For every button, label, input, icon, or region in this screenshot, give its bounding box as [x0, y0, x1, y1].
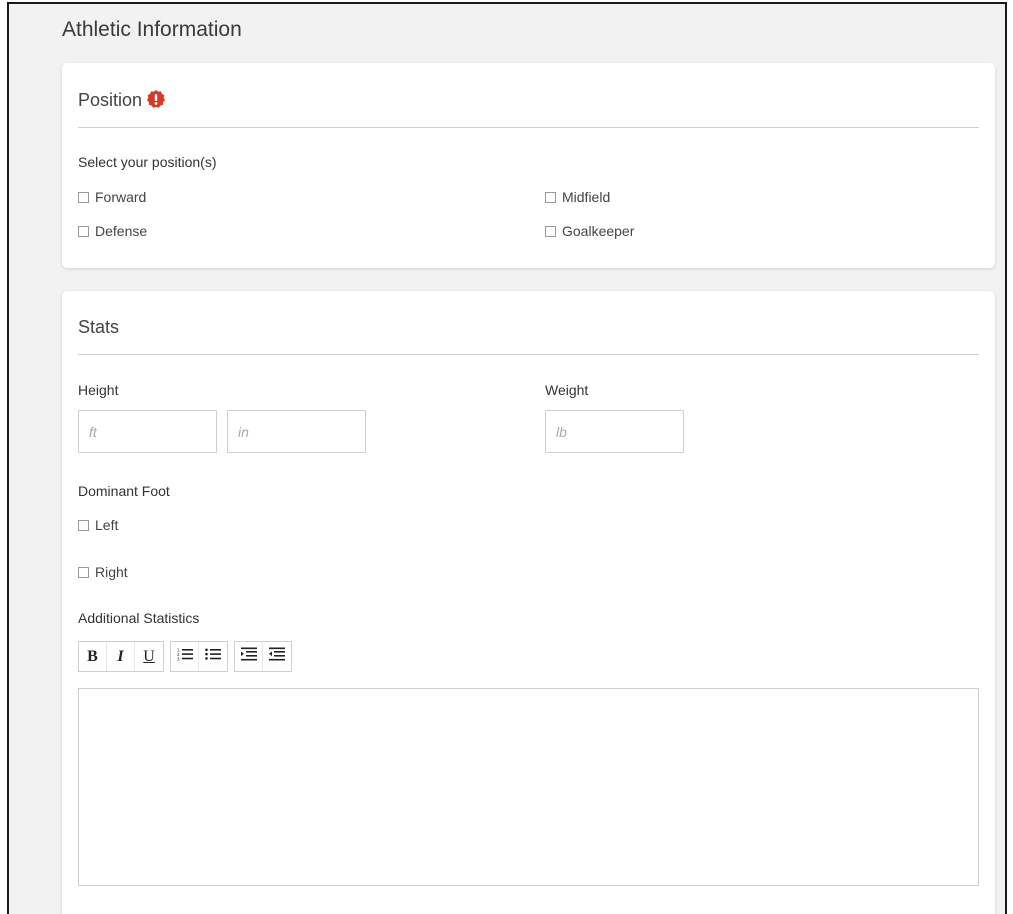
position-forward-checkbox[interactable]: Forward — [78, 189, 146, 205]
position-heading-label: Position — [78, 90, 143, 110]
position-card: Position Select your position(s) Forward… — [62, 63, 995, 268]
checkbox-box[interactable] — [545, 225, 556, 237]
additional-statistics-editor[interactable] — [78, 688, 979, 886]
section-title: Athletic Information — [62, 18, 242, 41]
weight-label: Weight — [545, 382, 589, 398]
position-defense-label: Defense — [95, 223, 148, 239]
checkbox-box[interactable] — [78, 191, 89, 203]
position-midfield-checkbox[interactable]: Midfield — [545, 189, 610, 205]
foot-right-label: Right — [95, 564, 128, 580]
position-forward-label: Forward — [95, 189, 147, 205]
stats-heading: Stats — [78, 317, 120, 337]
indent-icon — [240, 647, 257, 666]
position-midfield-label: Midfield — [562, 189, 611, 205]
position-prompt: Select your position(s) — [78, 154, 217, 170]
foot-right-checkbox[interactable]: Right — [78, 564, 128, 580]
additional-statistics-label: Additional Statistics — [78, 610, 200, 626]
position-divider — [78, 127, 979, 128]
format-group: B I U — [78, 641, 164, 672]
position-goalkeeper-label: Goalkeeper — [562, 223, 635, 239]
stats-divider — [78, 354, 979, 355]
italic-button[interactable]: I — [107, 642, 135, 671]
checkbox-box[interactable] — [78, 225, 89, 237]
bullet-list-button[interactable] — [199, 642, 227, 671]
ordered-list-icon: 1 2 3 — [177, 647, 193, 666]
ordered-list-button[interactable]: 1 2 3 — [171, 642, 199, 671]
rich-text-toolbar: B I U 1 2 3 — [78, 641, 298, 672]
indent-group — [234, 641, 292, 672]
list-group: 1 2 3 — [170, 641, 228, 672]
height-feet-input[interactable] — [78, 410, 217, 453]
foot-left-checkbox[interactable]: Left — [78, 517, 118, 533]
outdent-button[interactable] — [263, 642, 291, 671]
exclamation-badge-icon — [146, 89, 166, 114]
height-label: Height — [78, 382, 119, 398]
foot-left-label: Left — [95, 517, 119, 533]
outdent-icon — [269, 647, 285, 666]
position-goalkeeper-checkbox[interactable]: Goalkeeper — [545, 223, 634, 239]
indent-button[interactable] — [235, 642, 263, 671]
underline-button[interactable]: U — [135, 642, 163, 671]
position-defense-checkbox[interactable]: Defense — [78, 223, 147, 239]
position-heading: Position — [78, 89, 166, 114]
weight-input[interactable] — [545, 410, 684, 453]
checkbox-box[interactable] — [78, 566, 89, 578]
dominant-foot-label: Dominant Foot — [78, 483, 170, 499]
stats-card: Stats Height Weight Dominant Foot Left R… — [62, 291, 995, 914]
bullet-list-icon — [205, 647, 221, 666]
checkbox-box[interactable] — [545, 191, 556, 203]
athletic-info-panel: Athletic Information Position Select you… — [7, 2, 1007, 914]
bold-button[interactable]: B — [79, 642, 107, 671]
height-inches-input[interactable] — [227, 410, 366, 453]
checkbox-box[interactable] — [78, 519, 89, 531]
svg-text:3: 3 — [177, 657, 180, 662]
